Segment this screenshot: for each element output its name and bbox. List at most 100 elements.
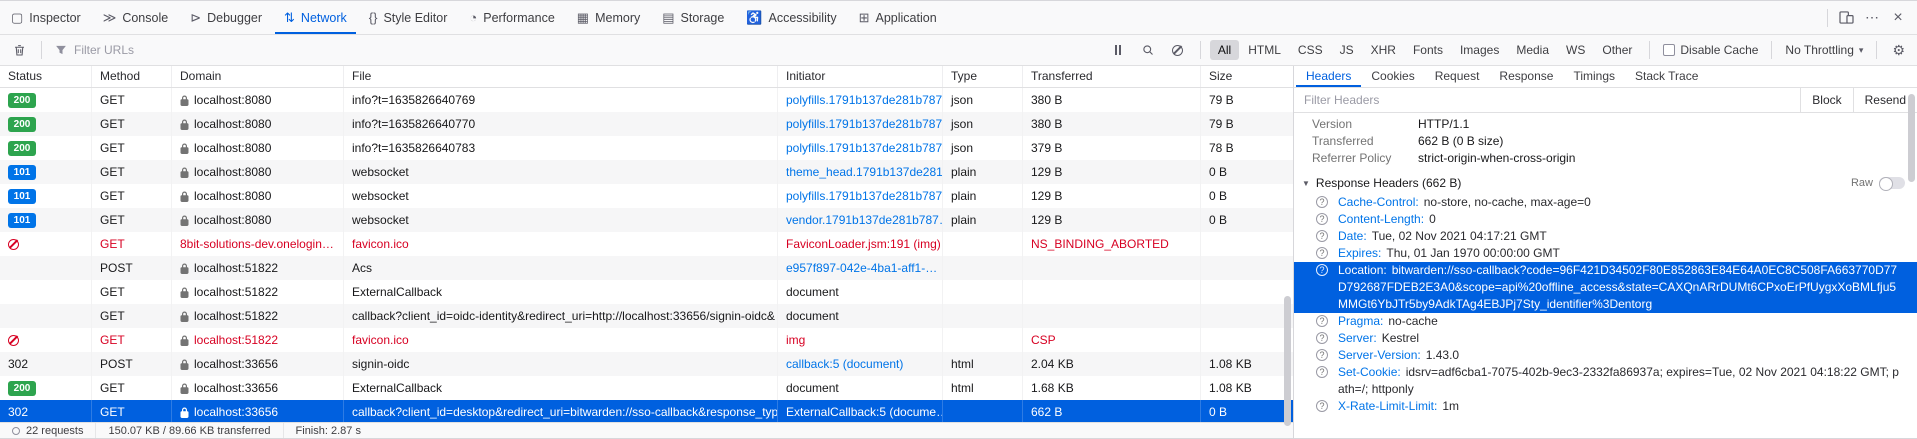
- devtools-tool-tab[interactable]: {} Style Editor: [358, 1, 459, 34]
- request-type-filter-chip[interactable]: Fonts: [1405, 40, 1451, 60]
- initiator-link[interactable]: callback:5 (document): [778, 352, 943, 376]
- request-list-scrollbar[interactable]: [1284, 296, 1291, 426]
- response-header-row[interactable]: Set-Cookieidsrv=adf6cba1-7075-402b-9ec3-…: [1294, 364, 1917, 398]
- request-type-filter-chip[interactable]: Media: [1508, 40, 1557, 60]
- network-request-row[interactable]: 200 GET localhost:33656 ExternalCallback…: [0, 376, 1293, 400]
- devtools-tool-tab[interactable]: ≫ Console: [92, 1, 179, 34]
- column-header[interactable]: Domain: [172, 66, 344, 87]
- raw-toggle[interactable]: [1879, 177, 1905, 189]
- details-panel-tab[interactable]: Stack Trace: [1625, 66, 1708, 87]
- devtools-tool-tab[interactable]: ⊳ Debugger: [179, 1, 273, 34]
- response-header-row[interactable]: ServerKestrel: [1294, 330, 1917, 347]
- details-scrollbar[interactable]: [1908, 94, 1915, 182]
- initiator-link[interactable]: ExternalCallback:5 (docume…: [778, 400, 943, 422]
- network-request-row[interactable]: 302 GET localhost:33656 callback?client_…: [0, 400, 1293, 422]
- initiator-link[interactable]: img: [778, 328, 943, 352]
- request-type-filter-chip[interactable]: XHR: [1363, 40, 1404, 60]
- details-panel-tab[interactable]: Timings: [1563, 66, 1625, 87]
- request-blocking-icon[interactable]: [1165, 37, 1191, 63]
- header-help-icon[interactable]: [1316, 196, 1328, 208]
- details-panel-tab[interactable]: Response: [1489, 66, 1563, 87]
- response-header-row[interactable]: Server-Version1.43.0: [1294, 347, 1917, 364]
- network-request-row[interactable]: GET localhost:51822 ExternalCallback doc…: [0, 280, 1293, 304]
- clear-requests-icon[interactable]: [6, 37, 32, 63]
- filter-urls-input[interactable]: [74, 43, 1101, 57]
- devtools-tool-tab[interactable]: ◔ Performance: [458, 1, 565, 34]
- response-header-row[interactable]: X-Rate-Limit-Limit1m: [1294, 398, 1917, 415]
- network-request-row[interactable]: GET localhost:51822 favicon.ico img CSP: [0, 328, 1293, 352]
- column-header[interactable]: Size: [1201, 66, 1293, 87]
- pause-recording-icon[interactable]: [1105, 37, 1131, 63]
- request-type-filter-chip[interactable]: HTML: [1240, 40, 1289, 60]
- column-header[interactable]: Initiator: [778, 66, 943, 87]
- initiator-link[interactable]: vendor.1791b137de281b787…: [778, 208, 943, 232]
- initiator-link[interactable]: polyfills.1791b137de281b787…: [778, 112, 943, 136]
- block-button[interactable]: Block: [1800, 88, 1852, 112]
- devtools-tool-tab[interactable]: ♿ Accessibility: [735, 1, 847, 34]
- throttling-dropdown[interactable]: No Throttling ▾: [1781, 43, 1867, 57]
- network-request-row[interactable]: POST localhost:51822 Acs e957f897-042e-4…: [0, 256, 1293, 280]
- request-type-filter-chip[interactable]: CSS: [1290, 40, 1331, 60]
- column-header[interactable]: Transferred: [1023, 66, 1201, 87]
- storage-icon: ▤: [662, 11, 674, 24]
- request-type-filter-chip[interactable]: Images: [1452, 40, 1507, 60]
- initiator-link[interactable]: theme_head.1791b137de281…: [778, 160, 943, 184]
- request-type-filter-chip[interactable]: Other: [1594, 40, 1640, 60]
- column-header[interactable]: Status: [0, 66, 92, 87]
- network-settings-gear-icon[interactable]: ⚙: [1886, 42, 1911, 59]
- header-help-icon[interactable]: [1316, 366, 1328, 378]
- responsive-design-mode-icon[interactable]: [1833, 5, 1859, 31]
- search-icon[interactable]: [1135, 37, 1161, 63]
- column-header[interactable]: Method: [92, 66, 172, 87]
- devtools-tool-tab[interactable]: ▦ Memory: [566, 1, 651, 34]
- disable-cache-checkbox[interactable]: Disable Cache: [1659, 43, 1762, 57]
- column-header[interactable]: Type: [943, 66, 1023, 87]
- response-header-row[interactable]: Pragmano-cache: [1294, 313, 1917, 330]
- filter-headers-input[interactable]: [1294, 88, 1800, 112]
- response-header-row[interactable]: Content-Length0: [1294, 211, 1917, 228]
- column-header[interactable]: File: [344, 66, 778, 87]
- network-request-row[interactable]: 200 GET localhost:8080 info?t=1635826640…: [0, 112, 1293, 136]
- initiator-link[interactable]: e957f897-042e-4ba1-aff1-…: [778, 256, 943, 280]
- response-header-row[interactable]: ExpiresThu, 01 Jan 1970 00:00:00 GMT: [1294, 245, 1917, 262]
- network-request-row[interactable]: GET 8bit-solutions-dev.onelogin… favicon…: [0, 232, 1293, 256]
- close-devtools-icon[interactable]: ×: [1885, 5, 1911, 31]
- response-headers-section-header[interactable]: ▼ Response Headers (662 B) Raw: [1294, 172, 1917, 194]
- devtools-tool-tab[interactable]: ▢ Inspector: [0, 1, 92, 34]
- network-request-row[interactable]: 101 GET localhost:8080 websocket polyfil…: [0, 184, 1293, 208]
- details-panel-tab[interactable]: Request: [1425, 66, 1490, 87]
- request-type-filter-chip[interactable]: JS: [1332, 40, 1362, 60]
- response-header-row[interactable]: Locationbitwarden://sso-callback?code=96…: [1294, 262, 1917, 313]
- header-help-icon[interactable]: [1316, 332, 1328, 344]
- header-help-icon[interactable]: [1316, 247, 1328, 259]
- initiator-link[interactable]: polyfills.1791b137de281b787…: [778, 136, 943, 160]
- network-request-row[interactable]: 101 GET localhost:8080 websocket theme_h…: [0, 160, 1293, 184]
- details-panel-tab[interactable]: Cookies: [1361, 66, 1424, 87]
- devtools-tool-tab[interactable]: ▤ Storage: [651, 1, 735, 34]
- initiator-link[interactable]: polyfills.1791b137de281b787…: [778, 88, 943, 112]
- header-help-icon[interactable]: [1316, 264, 1328, 276]
- request-type-filter-chip[interactable]: All: [1210, 40, 1239, 60]
- response-header-row[interactable]: DateTue, 02 Nov 2021 04:17:21 GMT: [1294, 228, 1917, 245]
- request-type-filter-chip[interactable]: WS: [1558, 40, 1593, 60]
- network-request-row[interactable]: 200 GET localhost:8080 info?t=1635826640…: [0, 88, 1293, 112]
- meatball-menu-icon[interactable]: ⋯: [1859, 5, 1885, 31]
- header-help-icon[interactable]: [1316, 349, 1328, 361]
- response-header-row[interactable]: Cache-Controlno-store, no-cache, max-age…: [1294, 194, 1917, 211]
- devtools-tool-tab[interactable]: ⇅ Network: [273, 1, 358, 34]
- initiator-link[interactable]: document: [778, 376, 943, 400]
- network-request-row[interactable]: 101 GET localhost:8080 websocket vendor.…: [0, 208, 1293, 232]
- initiator-link[interactable]: document: [778, 304, 943, 328]
- initiator-link[interactable]: FaviconLoader.jsm:191 (img): [778, 232, 943, 256]
- header-help-icon[interactable]: [1316, 315, 1328, 327]
- header-help-icon[interactable]: [1316, 400, 1328, 412]
- network-request-row[interactable]: 302 POST localhost:33656 signin-oidc cal…: [0, 352, 1293, 376]
- header-help-icon[interactable]: [1316, 230, 1328, 242]
- header-help-icon[interactable]: [1316, 213, 1328, 225]
- initiator-link[interactable]: polyfills.1791b137de281b787…: [778, 184, 943, 208]
- network-request-row[interactable]: 200 GET localhost:8080 info?t=1635826640…: [0, 136, 1293, 160]
- network-request-row[interactable]: GET localhost:51822 callback?client_id=o…: [0, 304, 1293, 328]
- devtools-tool-tab[interactable]: ⊞ Application: [848, 1, 948, 34]
- initiator-link[interactable]: document: [778, 280, 943, 304]
- details-panel-tab[interactable]: Headers: [1296, 66, 1361, 87]
